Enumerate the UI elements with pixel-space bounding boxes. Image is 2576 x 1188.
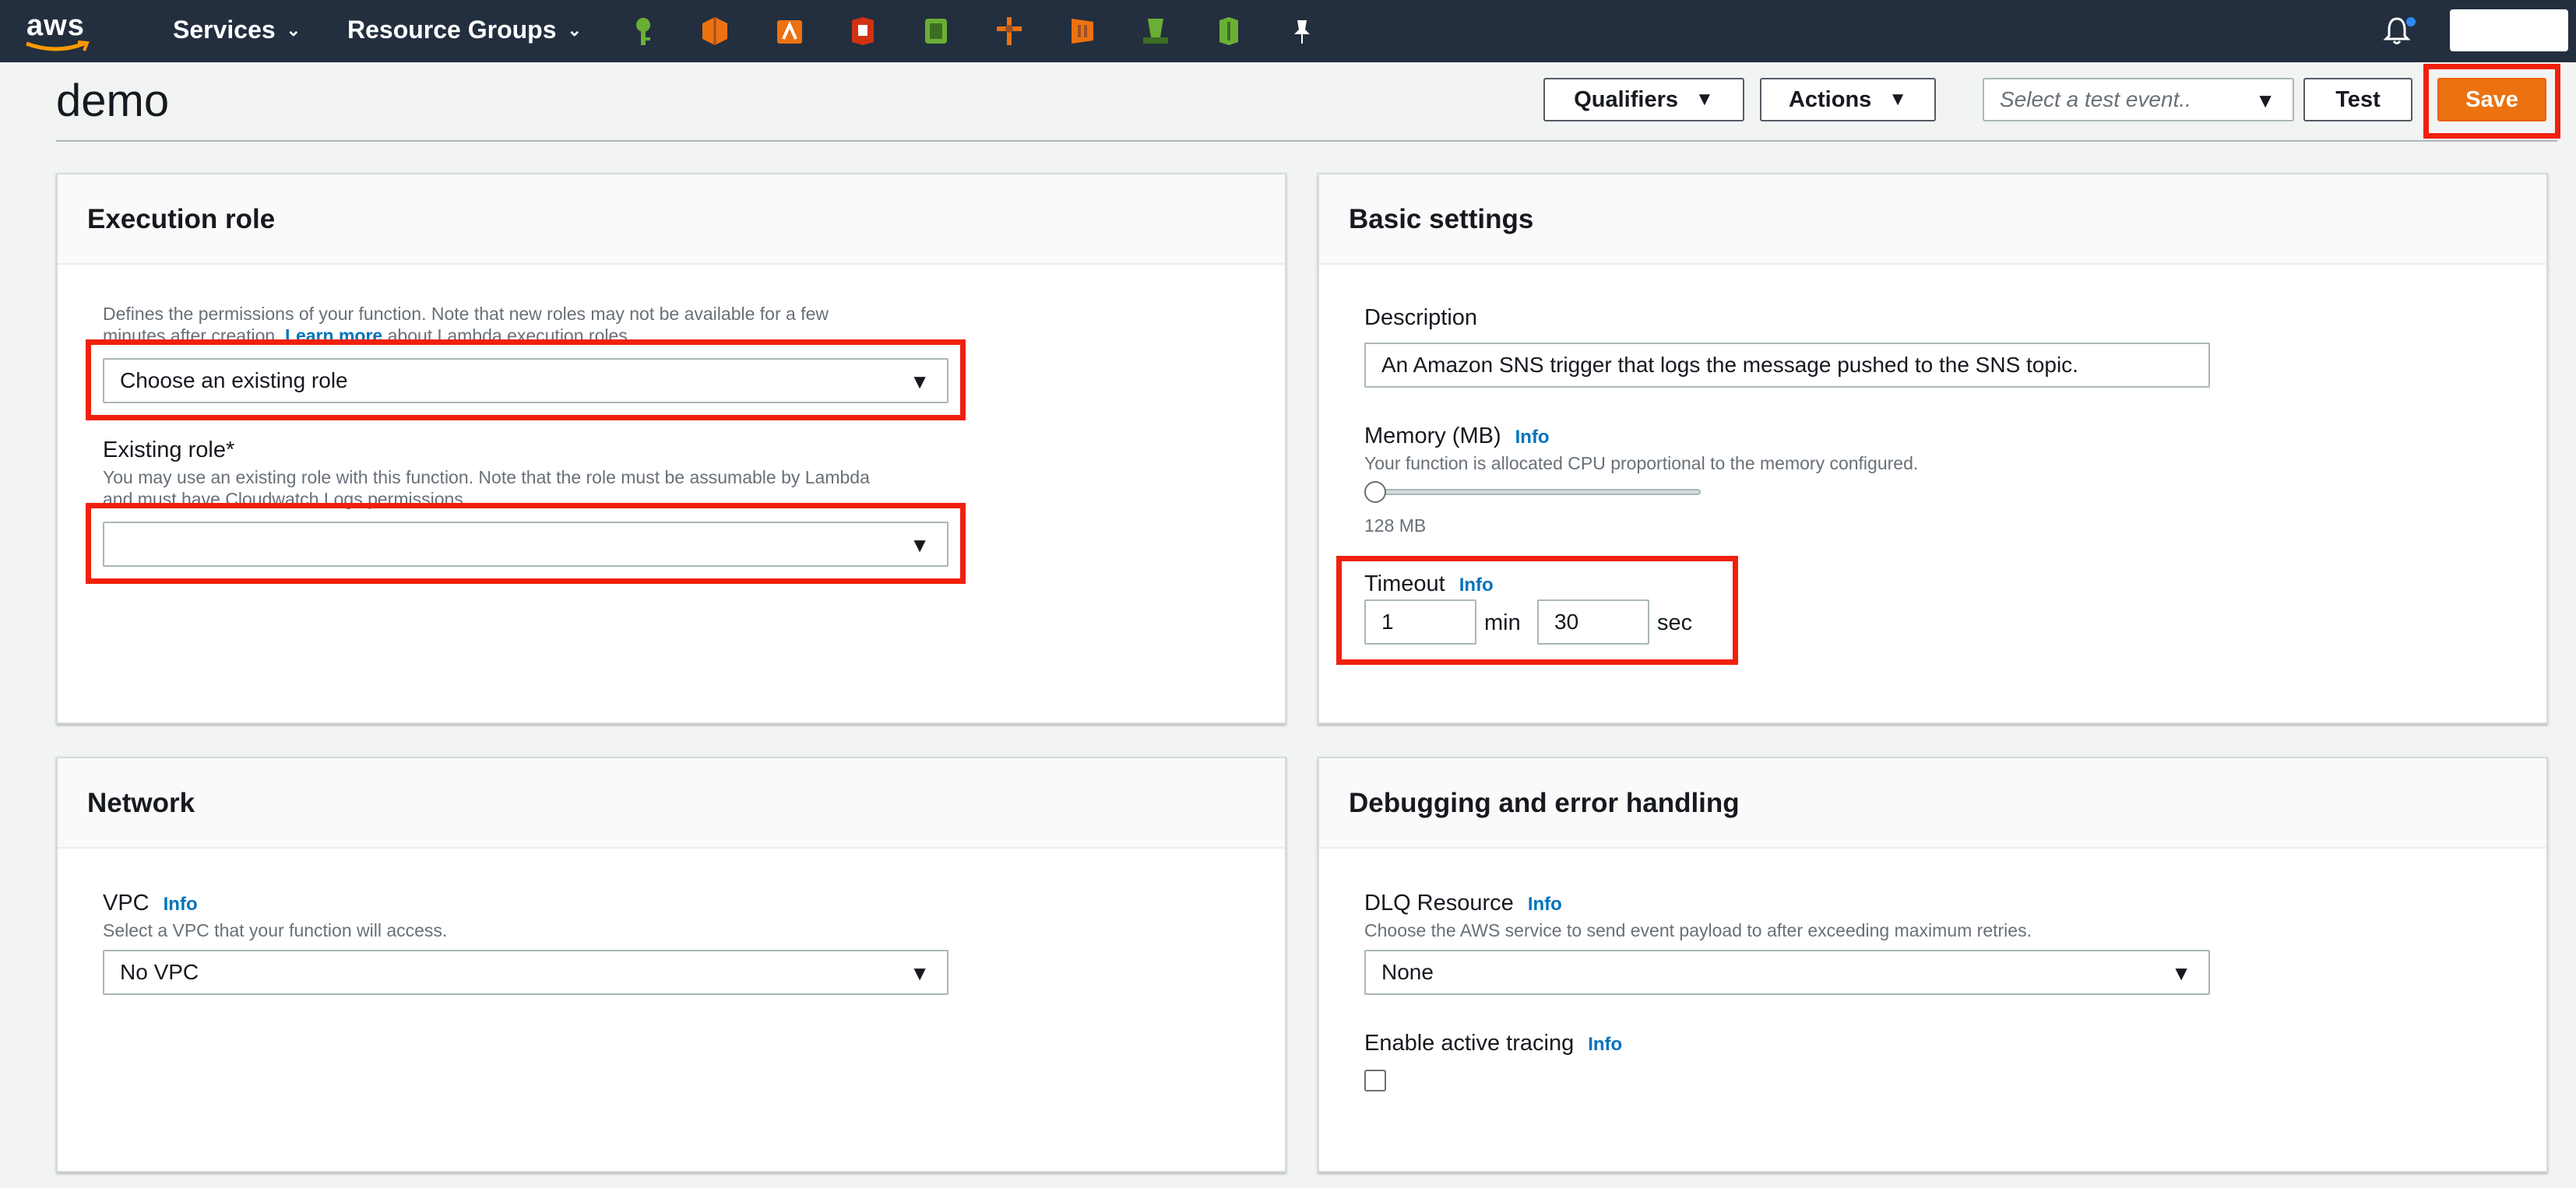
caret-down-icon: ▼ bbox=[910, 961, 930, 985]
panel-header: Execution role bbox=[58, 174, 1285, 265]
memory-slider-track[interactable] bbox=[1364, 489, 1701, 495]
notifications-bell-icon[interactable] bbox=[2381, 16, 2416, 47]
header-divider bbox=[56, 140, 2557, 142]
vpc-label: VPC Info bbox=[103, 891, 198, 916]
services-menu[interactable]: Services ⌄ bbox=[173, 16, 301, 44]
container-icon[interactable] bbox=[1067, 16, 1098, 47]
timeout-highlight-box bbox=[1336, 556, 1738, 665]
panel-title: Basic settings bbox=[1349, 204, 1534, 234]
existing-role-label: Existing role* bbox=[103, 438, 235, 462]
top-navigation-bar: aws Services ⌄ Resource Groups ⌄ bbox=[0, 0, 2576, 62]
compute-icon[interactable] bbox=[699, 16, 730, 47]
dlq-help-text: Choose the AWS service to send event pay… bbox=[1364, 920, 2032, 940]
panel-title: Network bbox=[87, 788, 195, 818]
aws-logo[interactable]: aws bbox=[23, 9, 93, 53]
panel-title: Execution role bbox=[87, 204, 276, 234]
execution-role-help-line1: Defines the permissions of your function… bbox=[103, 304, 829, 324]
role-select-highlight-box bbox=[86, 339, 966, 420]
existing-role-highlight-box bbox=[86, 503, 966, 584]
test-button[interactable]: Test bbox=[2303, 78, 2412, 121]
network-icon[interactable] bbox=[994, 16, 1025, 47]
memory-help-text: Your function is allocated CPU proportio… bbox=[1364, 453, 1919, 473]
aws-smile-icon bbox=[26, 40, 90, 51]
panel-header: Basic settings bbox=[1319, 174, 2546, 265]
account-menu[interactable] bbox=[2450, 9, 2568, 51]
actions-dropdown[interactable]: Actions ▼ bbox=[1760, 78, 1936, 121]
save-highlight-box bbox=[2423, 64, 2560, 139]
tracing-info-link[interactable]: Info bbox=[1588, 1034, 1622, 1055]
vpc-help-text: Select a VPC that your function will acc… bbox=[103, 920, 448, 940]
lambda-icon[interactable] bbox=[774, 16, 805, 47]
notification-dot bbox=[2406, 17, 2416, 26]
caret-down-icon: ▼ bbox=[1888, 89, 1908, 110]
memory-label: Memory (MB) Info bbox=[1364, 424, 1550, 448]
vpc-select[interactable]: No VPC ▼ bbox=[103, 950, 948, 995]
caret-down-icon: ▼ bbox=[1695, 89, 1714, 110]
panel-title: Debugging and error handling bbox=[1349, 788, 1740, 818]
dlq-info-link[interactable]: Info bbox=[1528, 894, 1562, 915]
dlq-label: DLQ Resource Info bbox=[1364, 891, 1562, 916]
memory-info-link[interactable]: Info bbox=[1515, 427, 1550, 448]
panel-header: Network bbox=[58, 758, 1285, 849]
memory-slider-handle[interactable] bbox=[1364, 481, 1386, 503]
existing-role-help-line1: You may use an existing role with this f… bbox=[103, 467, 870, 487]
storage-icon[interactable] bbox=[847, 16, 878, 47]
gateway-icon[interactable] bbox=[1213, 16, 1244, 47]
active-tracing-checkbox[interactable] bbox=[1364, 1070, 1386, 1091]
caret-down-icon: ▼ bbox=[2255, 89, 2275, 112]
database-icon[interactable] bbox=[920, 16, 952, 47]
vpc-info-link[interactable]: Info bbox=[164, 894, 198, 915]
test-event-select[interactable]: Select a test event.. ▼ bbox=[1983, 78, 2294, 121]
qualifiers-dropdown[interactable]: Qualifiers ▼ bbox=[1543, 78, 1744, 121]
pin-icon[interactable] bbox=[1286, 16, 1318, 47]
key-icon[interactable] bbox=[628, 16, 659, 47]
execution-role-panel: Execution role bbox=[56, 173, 1286, 724]
resource-groups-menu[interactable]: Resource Groups ⌄ bbox=[347, 16, 582, 44]
caret-down-icon: ▼ bbox=[2171, 961, 2191, 985]
chevron-down-icon: ⌄ bbox=[567, 20, 582, 40]
description-label: Description bbox=[1364, 305, 1478, 330]
panel-header: Debugging and error handling bbox=[1319, 758, 2546, 849]
description-input[interactable]: An Amazon SNS trigger that logs the mess… bbox=[1364, 343, 2210, 388]
memory-value-text: 128 MB bbox=[1364, 515, 1427, 536]
dlq-select[interactable]: None ▼ bbox=[1364, 950, 2210, 995]
function-name-title: demo bbox=[56, 76, 170, 126]
tracing-label: Enable active tracing Info bbox=[1364, 1031, 1623, 1056]
bucket-icon[interactable] bbox=[1140, 16, 1171, 47]
chevron-down-icon: ⌄ bbox=[286, 20, 301, 40]
